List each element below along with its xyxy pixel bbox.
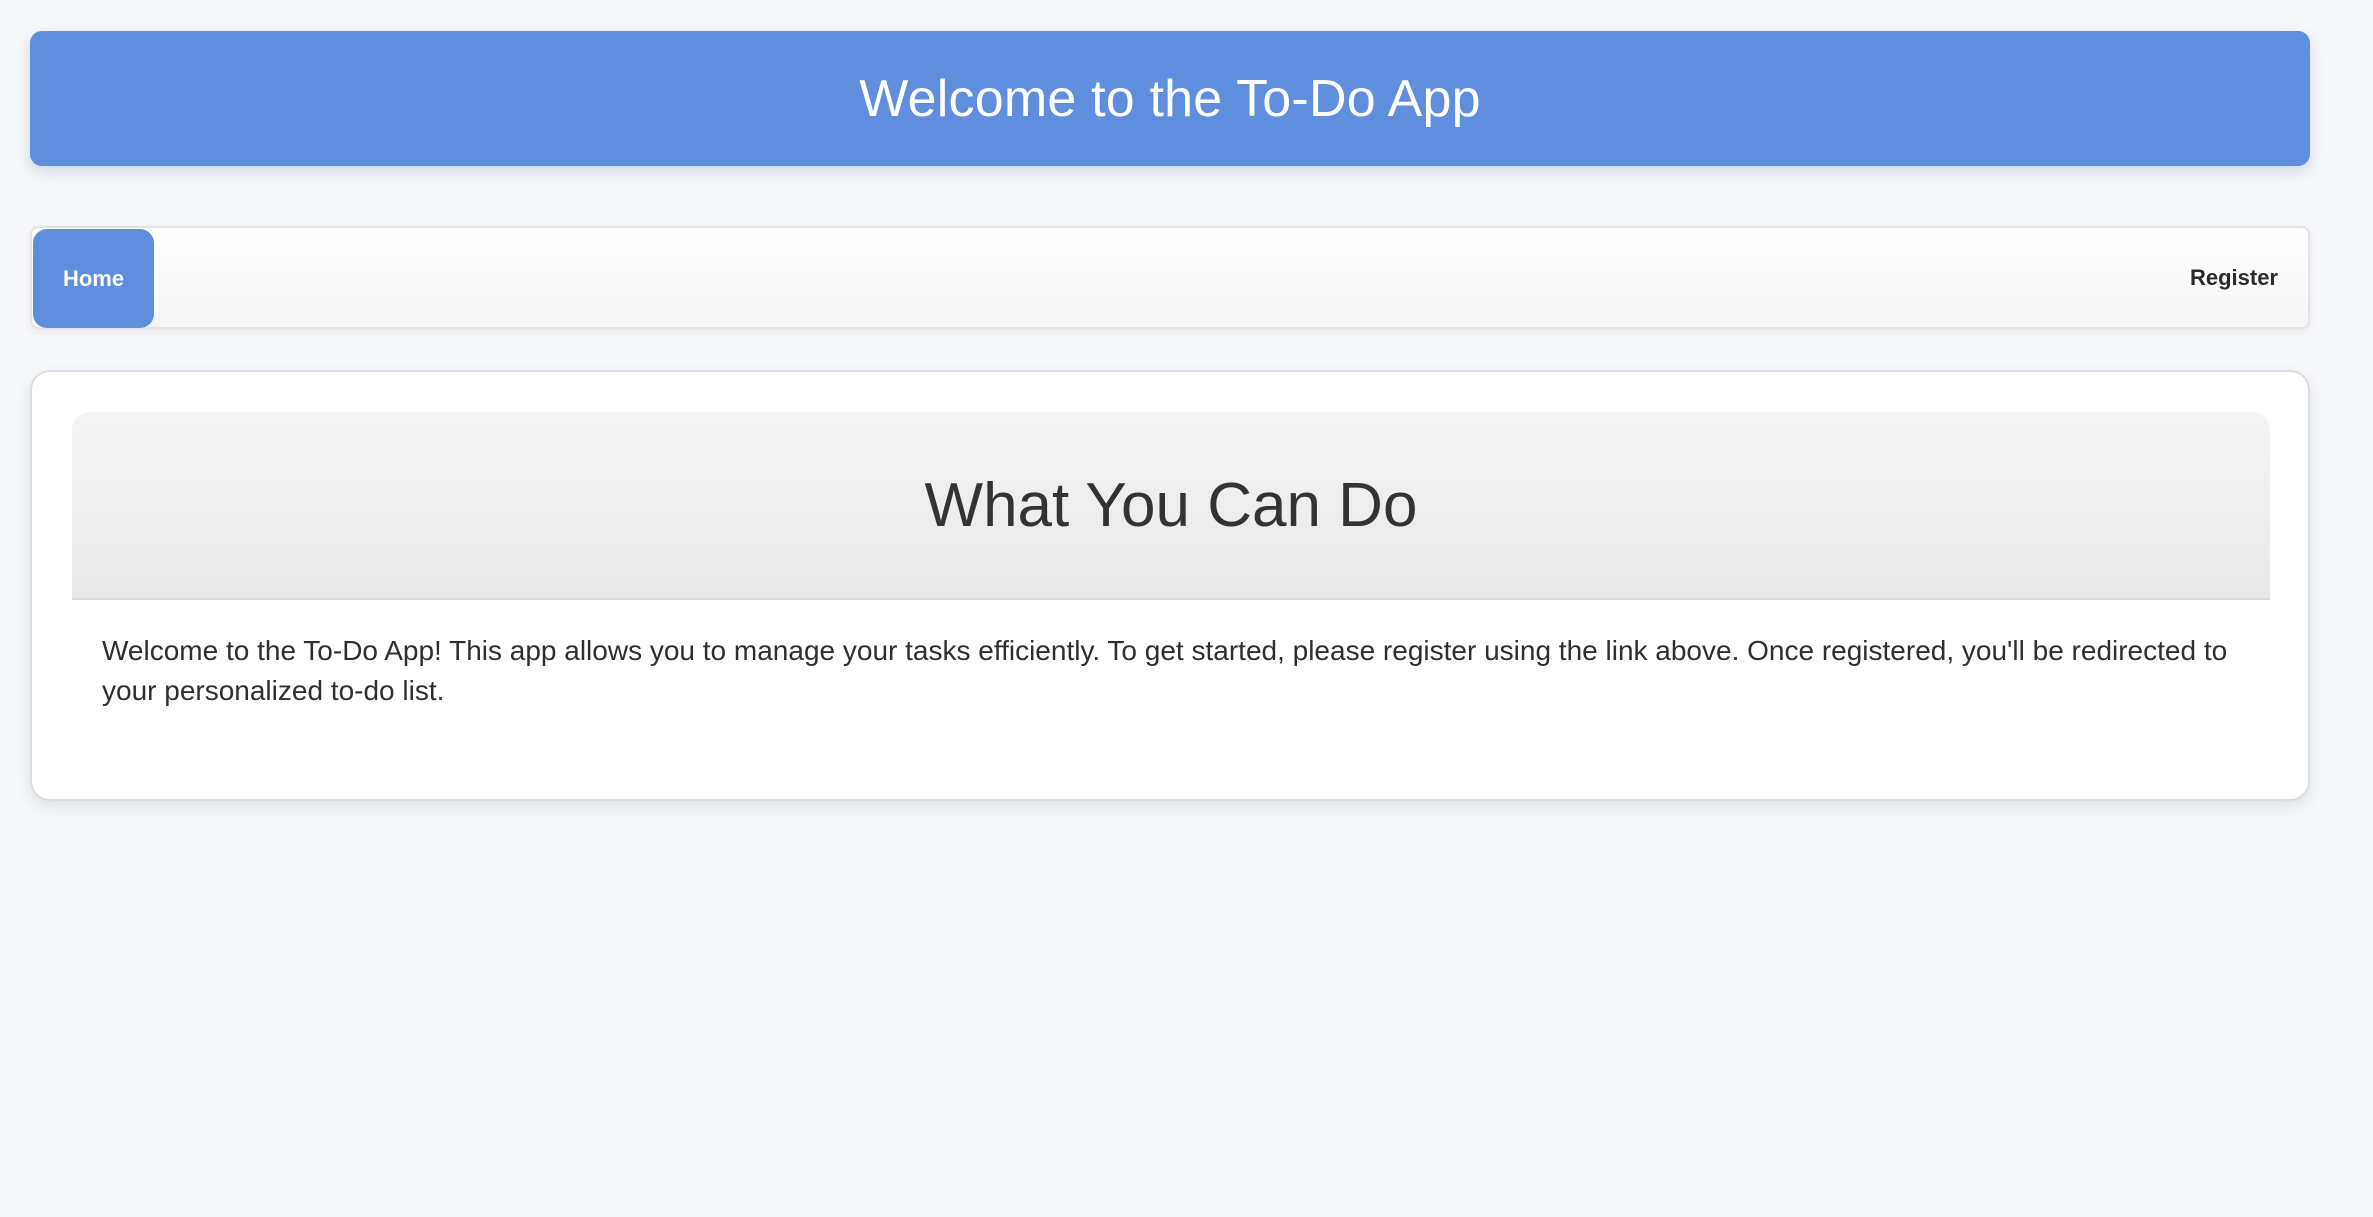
app-title: Welcome to the To-Do App	[859, 69, 1481, 128]
card-header: What You Can Do	[72, 412, 2270, 600]
app-header: Welcome to the To-Do App	[30, 31, 2310, 166]
page: Welcome to the To-Do App Home Register W…	[0, 0, 2373, 1217]
nav-register-link[interactable]: Register	[2190, 228, 2278, 327]
content-card: What You Can Do Welcome to the To-Do App…	[30, 370, 2310, 801]
navbar: Home Register	[30, 226, 2310, 329]
card-title: What You Can Do	[924, 470, 1418, 540]
card-description: Welcome to the To-Do App! This app allow…	[102, 635, 2228, 706]
nav-home-link[interactable]: Home	[33, 229, 154, 328]
